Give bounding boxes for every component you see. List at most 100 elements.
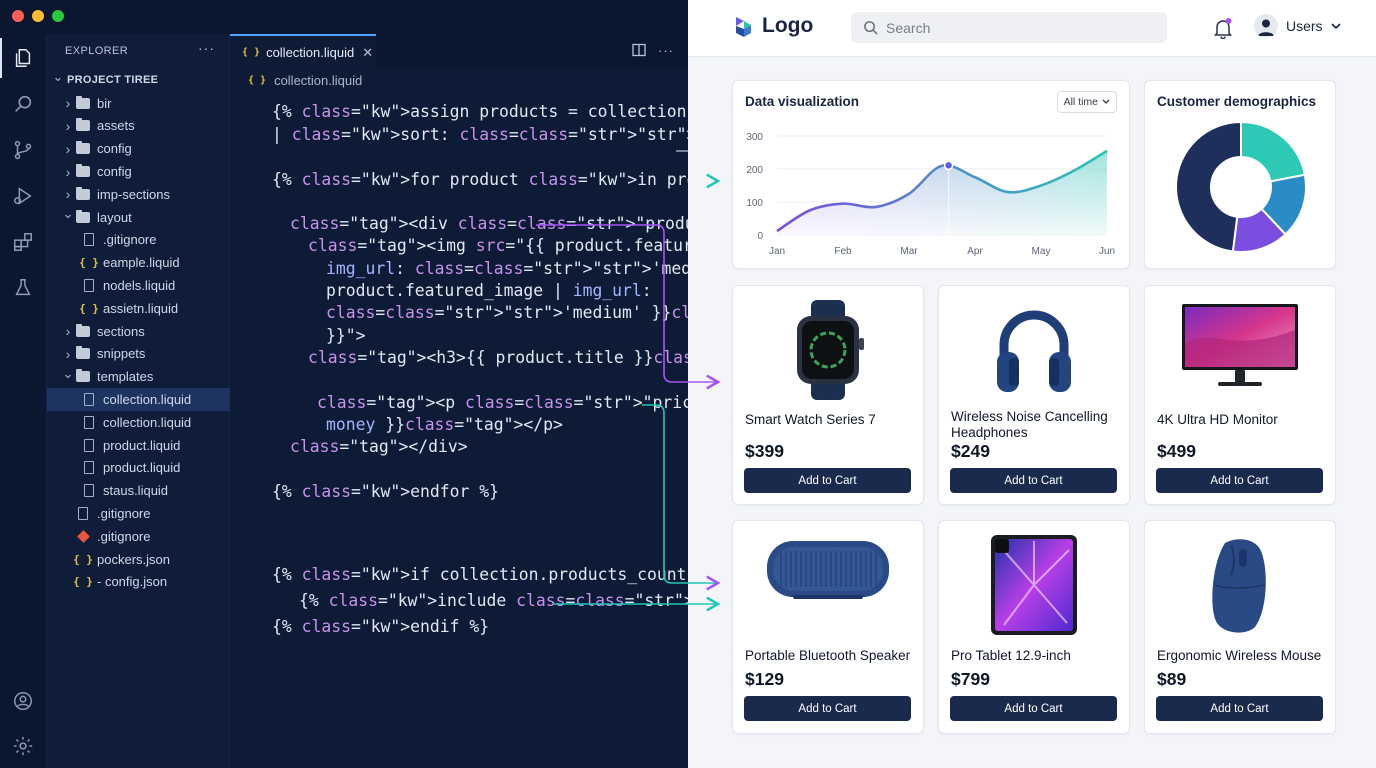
tab-label: collection.liquid [266, 45, 355, 60]
add-to-cart-button[interactable]: Add to Cart [1156, 696, 1323, 721]
product-price: $499 [1157, 441, 1196, 461]
tree-file[interactable]: .gitignore [47, 525, 230, 548]
chevron-right-icon[interactable]: › [61, 95, 75, 111]
activity-bar [0, 34, 47, 768]
breadcrumb-file[interactable]: collection.liquid [274, 73, 362, 88]
add-to-cart-button[interactable]: Add to Cart [950, 468, 1117, 493]
product-image[interactable] [733, 535, 923, 605]
tree-file[interactable]: product.liquid [47, 434, 230, 457]
extensions-icon[interactable] [9, 228, 37, 256]
tree-file[interactable]: collection.liquid [47, 388, 230, 411]
testing-icon[interactable] [9, 274, 37, 302]
gear-icon[interactable] [9, 732, 37, 760]
product-name[interactable]: 4K Ultra HD Monitor [1157, 412, 1327, 428]
chevron-down-icon[interactable]: ⌄ [51, 69, 65, 85]
chevron-right-icon[interactable]: › [61, 164, 75, 180]
headphones-image [997, 310, 1071, 392]
tab-collection-liquid[interactable]: { } collection.liquid ✕ [230, 34, 376, 69]
tree-file[interactable]: product.liquid [47, 457, 230, 480]
product-name[interactable]: Pro Tablet 12.9-inch [951, 648, 1121, 664]
minimize-window-button[interactable] [32, 10, 44, 22]
product-card[interactable]: Ergonomic Wireless Mouse $89 Add to Cart [1144, 520, 1336, 734]
tree-folder[interactable]: › imp-sections [47, 183, 230, 206]
tree-file[interactable]: { } - config.json [47, 571, 230, 594]
chevron-right-icon[interactable]: › [61, 323, 75, 339]
add-to-cart-button[interactable]: Add to Cart [1156, 468, 1323, 493]
explorer-more-button[interactable]: ··· [198, 40, 215, 56]
product-image[interactable] [733, 300, 923, 400]
product-name[interactable]: Portable Bluetooth Speaker [745, 648, 915, 664]
chevron-right-icon[interactable]: › [61, 346, 75, 362]
tree-item-label: nodels.liquid [103, 278, 176, 294]
code-line[interactable]: product.featured_image | img_url: [326, 281, 652, 300]
code-line[interactable]: {% class="kw">endif %} [272, 617, 489, 636]
tree-folder[interactable]: ⌄ templates [47, 365, 230, 388]
tree-folder[interactable]: › assets [47, 115, 230, 138]
add-to-cart-button[interactable]: Add to Cart [950, 696, 1117, 721]
code-line[interactable]: money }}class="tag"></p> [326, 415, 563, 434]
search-icon[interactable] [9, 90, 37, 118]
tree-folder[interactable]: › sections [47, 320, 230, 343]
product-card[interactable]: 4K Ultra HD Monitor $499 Add to Cart [1144, 285, 1336, 505]
account-icon[interactable] [9, 687, 37, 715]
product-card[interactable]: Smart Watch Series 7 $399 Add to Cart [732, 285, 924, 505]
product-name[interactable]: Wireless Noise Cancelling Headphones [951, 409, 1121, 440]
tree-folder[interactable]: ⌄ layout [47, 206, 230, 229]
tree-file[interactable]: { } eample.liquid [47, 251, 230, 274]
tree-folder[interactable]: › config [47, 137, 230, 160]
search-icon [864, 21, 878, 35]
tree-file[interactable]: .gitignore [47, 229, 230, 252]
product-card[interactable]: Portable Bluetooth Speaker $129 Add to Car… [732, 520, 924, 734]
editor-actions: ··· [632, 43, 674, 60]
more-actions-icon[interactable]: ··· [658, 43, 674, 60]
search-input[interactable]: Search [851, 12, 1167, 43]
add-to-cart-button[interactable]: Add to Cart [744, 696, 911, 721]
tree-folder[interactable]: › config [47, 160, 230, 183]
tree-folder[interactable]: › bir [47, 92, 230, 115]
chevron-right-icon[interactable]: › [61, 186, 75, 202]
chevron-down-icon[interactable]: ⌄ [61, 206, 75, 222]
area-chart: 0 100 200 300 Jan Feb Mar Apr May Jun [746, 132, 1115, 257]
maximize-window-button[interactable] [52, 10, 64, 22]
file-icon [81, 393, 97, 407]
product-image[interactable] [939, 300, 1129, 400]
code-line[interactable]: {% class="kw">endfor %} [272, 482, 499, 501]
donut-slice [1175, 120, 1242, 253]
code-area[interactable]: {% class="kw">assign products = collecti… [230, 91, 1017, 768]
project-root[interactable]: ⌄ PROJECT TIREE [47, 69, 230, 92]
product-image[interactable] [939, 535, 1129, 635]
add-to-cart-button[interactable]: Add to Cart [744, 468, 911, 493]
tree-file[interactable]: staus.liquid [47, 479, 230, 502]
product-card[interactable]: Wireless Noise Cancelling Headphones $249… [938, 285, 1130, 505]
close-tab-icon[interactable]: ✕ [362, 45, 373, 61]
split-editor-icon[interactable] [632, 43, 646, 60]
run-debug-icon[interactable] [9, 182, 37, 210]
y-tick-label: 200 [746, 165, 763, 176]
files-icon[interactable] [0, 38, 37, 78]
product-image[interactable] [1145, 535, 1335, 635]
notification-bell-icon[interactable] [1213, 17, 1233, 40]
explorer-header: EXPLORER [65, 45, 129, 57]
code-line[interactable]: class="tag"></div> [290, 437, 468, 456]
tree-item-label: collection.liquid [103, 392, 192, 408]
product-card[interactable]: Pro Tablet 12.9-inch $799 Add to Cart [938, 520, 1130, 734]
close-window-button[interactable] [12, 10, 24, 22]
highlight-point [943, 160, 954, 171]
product-image[interactable] [1145, 300, 1335, 390]
user-menu[interactable]: Users [1254, 14, 1341, 38]
chevron-right-icon[interactable]: › [61, 141, 75, 157]
product-name[interactable]: Smart Watch Series 7 [745, 412, 915, 428]
tree-file[interactable]: nodels.liquid [47, 274, 230, 297]
product-name[interactable]: Ergonomic Wireless Mouse [1157, 648, 1327, 664]
code-line[interactable]: }}"> [326, 326, 365, 345]
chevron-right-icon[interactable]: › [61, 118, 75, 134]
source-control-icon[interactable] [9, 136, 37, 164]
tree-folder[interactable]: › snippets [47, 343, 230, 366]
logo[interactable]: Logo [730, 13, 813, 39]
tree-item-label: staus.liquid [103, 483, 169, 499]
tree-file[interactable]: collection.liquid [47, 411, 230, 434]
tree-file[interactable]: .gitignore [47, 502, 230, 525]
chevron-down-icon[interactable]: ⌄ [61, 366, 75, 382]
tree-file[interactable]: { } assietn.liquid [47, 297, 230, 320]
tree-file[interactable]: { } pockers.json [47, 548, 230, 571]
